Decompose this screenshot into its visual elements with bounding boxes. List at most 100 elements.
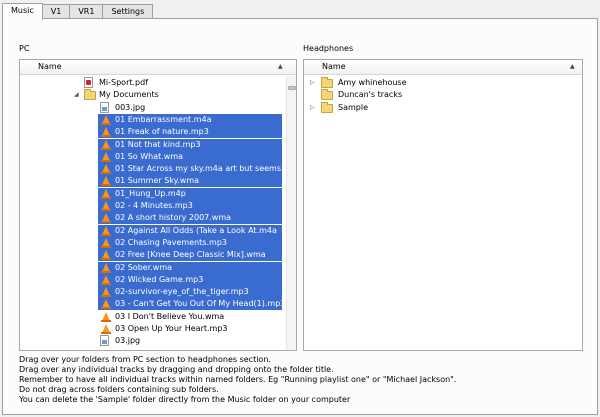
file-row-selected[interactable]: 01 So What.wma: [98, 150, 282, 163]
pc-column-header[interactable]: Name ▲: [20, 60, 296, 75]
folder-row[interactable]: ▷ Amy whinehouse: [304, 77, 574, 89]
row-label: 01 Summer Sky.wma: [115, 176, 200, 186]
row-label: 01 Star Across my sky.m4a art but seems …: [115, 164, 292, 174]
file-row-selected[interactable]: 01 Embarrassment.m4a: [98, 113, 282, 126]
row-label: 01 Not that kind.mp3: [115, 139, 201, 149]
sort-up-icon: ▲: [278, 63, 283, 70]
row-label: 03 Open Up Your Heart.mp3: [115, 324, 228, 333]
sort-up-icon: ▲: [570, 63, 575, 70]
folder-icon: [321, 101, 333, 113]
instructions: Drag over your folders from PC section t…: [19, 355, 456, 405]
expand-arrow-icon[interactable]: ▷: [310, 102, 315, 114]
row-label: 01 Freak of nature.mp3: [115, 127, 209, 137]
vlc-cone-icon: [101, 151, 111, 162]
vlc-cone-icon: [101, 299, 111, 310]
row-label: Duncan's tracks: [338, 90, 403, 100]
vlc-cone-icon: [101, 139, 111, 150]
folder-icon: [321, 89, 333, 101]
folder-row[interactable]: ▷ Sample: [304, 101, 574, 114]
row-label: 01 Embarrassment.m4a: [115, 114, 212, 124]
row-label: 03 I Don't Believe You.wma: [115, 311, 225, 321]
file-row-selected[interactable]: 01 Freak of nature.mp3: [98, 126, 282, 139]
file-row-selected[interactable]: 01 Not that kind.mp3: [98, 138, 282, 151]
row-label: 02 A short history 2007.wma: [115, 213, 232, 223]
headphones-rows: ▷ Amy whinehouse Duncan's tracks ▷ Sample: [304, 76, 582, 350]
instruction-line: Do not drag across folders containing su…: [19, 385, 219, 394]
instruction-line: Remember to have all individual tracks w…: [19, 375, 457, 384]
file-row[interactable]: 03.jpg: [20, 335, 282, 347]
row-label: 01 So What.wma: [115, 151, 184, 161]
row-label: Amy whinehouse: [338, 78, 407, 87]
file-row-selected[interactable]: 02 Against All Odds (Take a Look At.m4a: [98, 224, 282, 237]
row-label: 02 Against All Odds (Take a Look At.m4a: [115, 225, 277, 235]
pc-tree[interactable]: Name ▲ Mi-Sport.pdf ◢ My Documents 003.jpg 0…: [19, 59, 297, 351]
file-row-selected[interactable]: 02 Free [Knee Deep Classic Mix].wma: [98, 249, 282, 262]
tab-bar: Music V1 VR1 Settings: [2, 3, 154, 20]
file-row-selected[interactable]: 01 Star Across my sky.m4a art but seems …: [98, 163, 291, 176]
file-row-selected[interactable]: 02 Chasing Pavements.mp3: [98, 236, 282, 249]
image-icon: [100, 101, 109, 113]
headphones-column-name: Name: [322, 62, 346, 71]
file-row-selected[interactable]: 02 Sober.wma: [98, 261, 282, 274]
pc-rows: Mi-Sport.pdf ◢ My Documents 003.jpg 01 Embar…: [20, 76, 296, 350]
file-row[interactable]: Mi-Sport.pdf: [20, 77, 282, 89]
tab-music[interactable]: Music: [2, 3, 43, 20]
tab-v1[interactable]: V1: [41, 4, 71, 19]
file-row-selected[interactable]: 01 Summer Sky.wma: [98, 175, 282, 188]
pc-scrollbar-thumb[interactable]: [288, 86, 296, 90]
vlc-cone-icon: [101, 127, 111, 138]
file-row[interactable]: 003.jpg: [20, 101, 282, 114]
file-row-selected[interactable]: 01_Hung_Up.m4p: [98, 187, 282, 200]
vlc-cone-icon: [101, 262, 111, 273]
row-label: 03 - Can't Get You Out Of My Head(1).mp3: [115, 299, 286, 309]
row-label: 02 Wicked Game.mp3: [115, 274, 204, 284]
headphones-tree[interactable]: Name ▲ ▷ Amy whinehouse Duncan's tracks ▷ Sa…: [303, 59, 583, 351]
vlc-cone-icon: [101, 324, 111, 334]
folder-icon: [84, 89, 96, 101]
pc-scrollbar[interactable]: [286, 76, 296, 350]
vlc-cone-icon: [101, 225, 111, 236]
tab-vr1[interactable]: VR1: [69, 4, 104, 19]
expand-arrow-icon[interactable]: ▷: [310, 77, 315, 89]
folder-row[interactable]: ◢ My Documents: [20, 89, 282, 101]
row-label: 03.jpg: [115, 336, 141, 346]
vlc-cone-icon: [101, 213, 111, 224]
vlc-cone-icon: [101, 274, 111, 285]
tab-settings[interactable]: Settings: [102, 4, 154, 19]
folder-row[interactable]: Duncan's tracks: [304, 89, 574, 101]
row-label: 02 Chasing Pavements.mp3: [115, 237, 227, 247]
row-label: 02 - 4 Minutes.mp3: [115, 201, 193, 210]
file-row-selected[interactable]: 02 - 4 Minutes.mp3: [98, 200, 282, 212]
pc-section-label: PC: [19, 44, 30, 53]
vlc-cone-icon: [101, 176, 111, 187]
row-label: 02 Free [Knee Deep Classic Mix].wma: [115, 250, 266, 260]
file-row-selected[interactable]: 02 A short history 2007.wma: [98, 212, 282, 225]
vlc-cone-icon: [101, 201, 111, 211]
row-label: Mi-Sport.pdf: [99, 78, 149, 87]
music-panel: PC Headphones Name ▲ Mi-Sport.pdf ◢ My Doc…: [2, 18, 598, 415]
pc-column-name: Name: [38, 62, 62, 71]
row-label: 01_Hung_Up.m4p: [115, 188, 186, 198]
vlc-cone-icon: [101, 237, 111, 248]
expanded-arrow-icon[interactable]: ◢: [74, 89, 79, 101]
file-row[interactable]: 03 I Don't Believe You.wma: [20, 311, 282, 323]
vlc-cone-icon: [101, 311, 111, 322]
pdf-icon: [84, 77, 93, 88]
row-label: 02 Sober.wma: [115, 262, 173, 272]
file-row-selected[interactable]: 02 Wicked Game.mp3: [98, 273, 282, 286]
vlc-cone-icon: [101, 164, 111, 175]
row-label: 02-survivor-eye_of_the_tiger.mp3: [115, 287, 249, 297]
instruction-line: Drag over any individual tracks by dragg…: [19, 365, 334, 374]
file-row-selected[interactable]: 03 - Can't Get You Out Of My Head(1).mp3: [98, 298, 286, 311]
image-icon: [100, 335, 109, 347]
row-label: My Documents: [99, 90, 159, 100]
instruction-line: Drag over your folders from PC section t…: [19, 355, 271, 364]
file-row[interactable]: 03 Open Up Your Heart.mp3: [20, 323, 282, 335]
headphones-section-label: Headphones: [303, 44, 354, 53]
vlc-cone-icon: [101, 250, 111, 261]
file-row-selected[interactable]: 02-survivor-eye_of_the_tiger.mp3: [98, 286, 282, 299]
instruction-line: You can delete the 'Sample' folder direc…: [19, 395, 351, 404]
vlc-cone-icon: [101, 114, 111, 125]
row-label: Sample: [338, 102, 368, 112]
headphones-column-header[interactable]: Name ▲: [304, 60, 582, 75]
